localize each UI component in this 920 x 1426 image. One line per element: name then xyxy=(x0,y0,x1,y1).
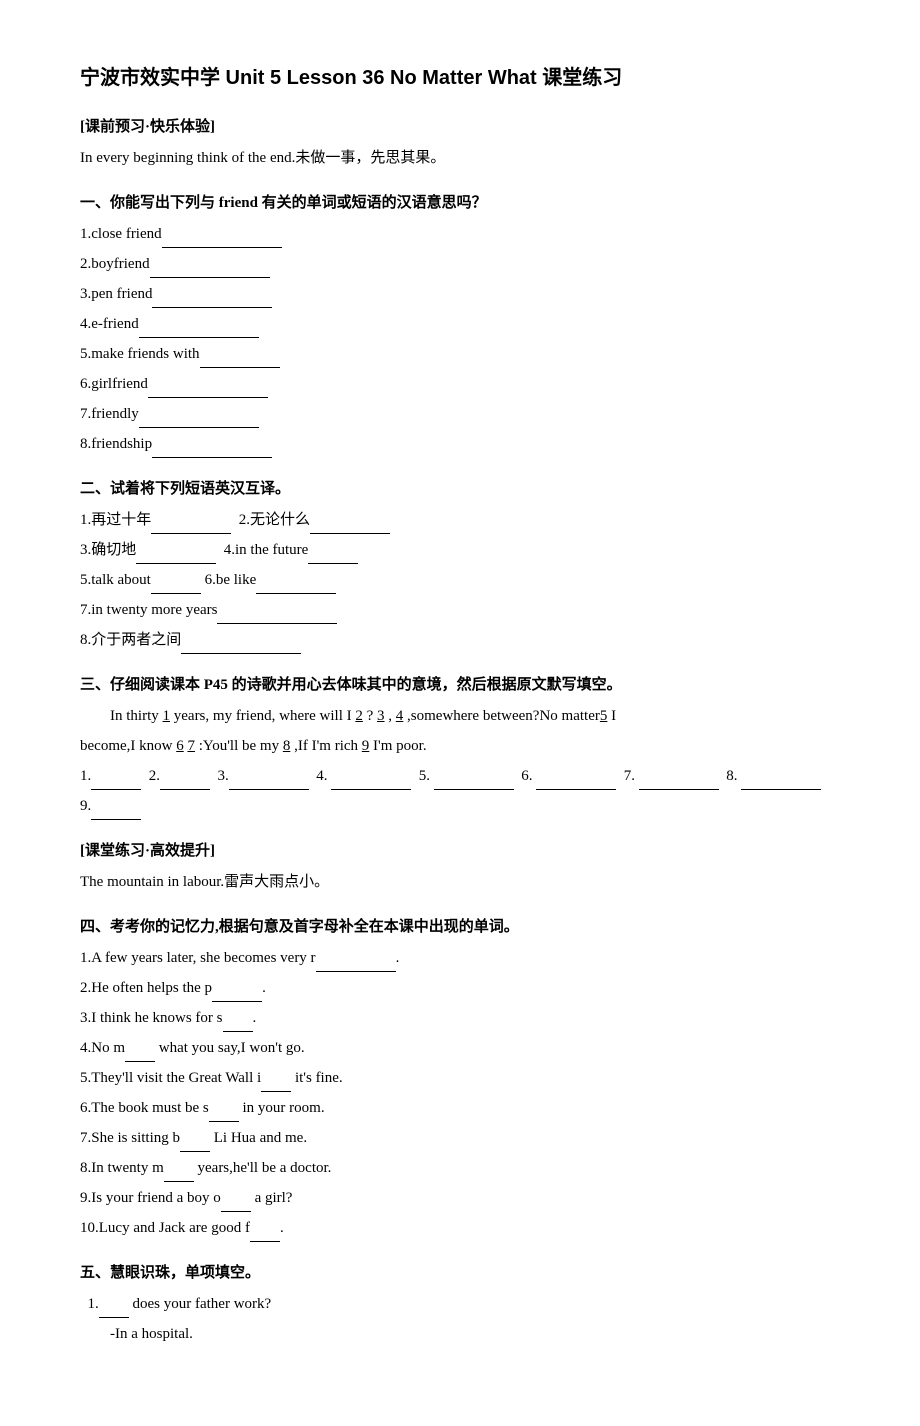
list-item: 2.boyfriend xyxy=(80,251,840,278)
blank-field[interactable] xyxy=(256,576,336,594)
blank-field[interactable] xyxy=(125,1044,155,1062)
part2-section: 二、试着将下列短语英汉互译。 1.再过十年 2.无论什么 3.确切地 4.in … xyxy=(80,476,840,654)
blank-field[interactable] xyxy=(150,260,270,278)
blank-field[interactable] xyxy=(209,1104,239,1122)
class-header: [课堂练习·高效提升] xyxy=(80,838,840,865)
blanks-row: 1. 2. 3. 4. 5. 6. 7. 8. xyxy=(80,763,840,790)
blank-field[interactable] xyxy=(180,1134,210,1152)
list-item: 8.In twenty m years,he'll be a doctor. xyxy=(80,1155,840,1182)
part4-section: 四、考考你的记忆力,根据句意及首字母补全在本课中出现的单词。 1.A few y… xyxy=(80,914,840,1242)
list-item: 4.e-friend xyxy=(80,311,840,338)
list-item: 8.friendship xyxy=(80,431,840,458)
blank-field[interactable] xyxy=(139,410,259,428)
part5-section: 五、慧眼识珠，单项填空。 1. does your father work? -… xyxy=(80,1260,840,1348)
blank-field[interactable] xyxy=(261,1074,291,1092)
list-item: 3.I think he knows for s. xyxy=(80,1005,840,1032)
blank-9: 9. xyxy=(80,793,840,820)
blank-field[interactable] xyxy=(217,606,337,624)
part1-header: 一、你能写出下列与 friend 有关的单词或短语的汉语意思吗？ xyxy=(80,190,840,217)
blank-field[interactable] xyxy=(316,954,396,972)
part2-header: 二、试着将下列短语英汉互译。 xyxy=(80,476,840,503)
list-item: 6.girlfriend xyxy=(80,371,840,398)
list-item: 7.She is sitting b Li Hua and me. xyxy=(80,1125,840,1152)
part5-q1: 1. does your father work? xyxy=(80,1291,840,1318)
blank-field[interactable] xyxy=(164,1164,194,1182)
list-item: 3.pen friend xyxy=(80,281,840,308)
list-item: 6.The book must be s in your room. xyxy=(80,1095,840,1122)
blank-field[interactable] xyxy=(223,1014,253,1032)
blank-field[interactable] xyxy=(152,290,272,308)
blank-field[interactable] xyxy=(250,1224,280,1242)
class-section: [课堂练习·高效提升] The mountain in labour.雷声大雨点… xyxy=(80,838,840,896)
blank-field[interactable] xyxy=(212,984,262,1002)
list-item: 9.Is your friend a boy o a girl? xyxy=(80,1185,840,1212)
list-item: 3.确切地 4.in the future xyxy=(80,537,840,564)
blank-field[interactable] xyxy=(139,320,259,338)
blank-field[interactable] xyxy=(331,772,411,790)
list-item: 2.He often helps the p. xyxy=(80,975,840,1002)
part1-section: 一、你能写出下列与 friend 有关的单词或短语的汉语意思吗？ 1.close… xyxy=(80,190,840,458)
poem-text: become,I know 6 7 :You'll be my 8 ,If I'… xyxy=(80,733,840,760)
list-item: 1.再过十年 2.无论什么 xyxy=(80,507,840,534)
blank-field[interactable] xyxy=(536,772,616,790)
blank-field[interactable] xyxy=(310,516,390,534)
page-title: 宁波市效实中学 Unit 5 Lesson 36 No Matter What … xyxy=(80,60,840,96)
blank-field[interactable] xyxy=(181,636,301,654)
blank-field[interactable] xyxy=(91,772,141,790)
blank-field[interactable] xyxy=(99,1300,129,1318)
blank-field[interactable] xyxy=(200,350,280,368)
class-quote: The mountain in labour.雷声大雨点小。 xyxy=(80,869,840,896)
list-item: 7.friendly xyxy=(80,401,840,428)
list-item: 5.They'll visit the Great Wall i it's fi… xyxy=(80,1065,840,1092)
poem-text: In thirty 1 years, my friend, where will… xyxy=(110,703,840,730)
blank-field[interactable] xyxy=(91,802,141,820)
part4-header: 四、考考你的记忆力,根据句意及首字母补全在本课中出现的单词。 xyxy=(80,914,840,941)
part5-a1: -In a hospital. xyxy=(110,1321,840,1348)
blank-field[interactable] xyxy=(308,546,358,564)
blank-field[interactable] xyxy=(741,772,821,790)
blank-field[interactable] xyxy=(221,1194,251,1212)
preview-header: [课前预习·快乐体验] xyxy=(80,114,840,141)
list-item: 5.make friends with xyxy=(80,341,840,368)
list-item: 1.close friend xyxy=(80,221,840,248)
list-item: 10.Lucy and Jack are good f. xyxy=(80,1215,840,1242)
blank-field[interactable] xyxy=(151,576,201,594)
part5-header: 五、慧眼识珠，单项填空。 xyxy=(80,1260,840,1287)
blank-field[interactable] xyxy=(160,772,210,790)
preview-section: [课前预习·快乐体验] In every beginning think of … xyxy=(80,114,840,172)
blank-field[interactable] xyxy=(152,440,272,458)
list-item: 8.介于两者之间 xyxy=(80,627,840,654)
blank-field[interactable] xyxy=(434,772,514,790)
part3-header: 三、仔细阅读课本 P45 的诗歌并用心去体味其中的意境，然后根据原文默写填空。 xyxy=(80,672,840,699)
list-item: 7.in twenty more years xyxy=(80,597,840,624)
list-item: 5.talk about 6.be like xyxy=(80,567,840,594)
blank-field[interactable] xyxy=(639,772,719,790)
list-item: 1.A few years later, she becomes very r. xyxy=(80,945,840,972)
preview-quote: In every beginning think of the end.未做一事… xyxy=(80,145,840,172)
blank-field[interactable] xyxy=(148,380,268,398)
list-item: 4.No m what you say,I won't go. xyxy=(80,1035,840,1062)
blank-field[interactable] xyxy=(136,546,216,564)
blank-field[interactable] xyxy=(162,230,282,248)
part3-section: 三、仔细阅读课本 P45 的诗歌并用心去体味其中的意境，然后根据原文默写填空。 … xyxy=(80,672,840,820)
blank-field[interactable] xyxy=(151,516,231,534)
blank-field[interactable] xyxy=(229,772,309,790)
